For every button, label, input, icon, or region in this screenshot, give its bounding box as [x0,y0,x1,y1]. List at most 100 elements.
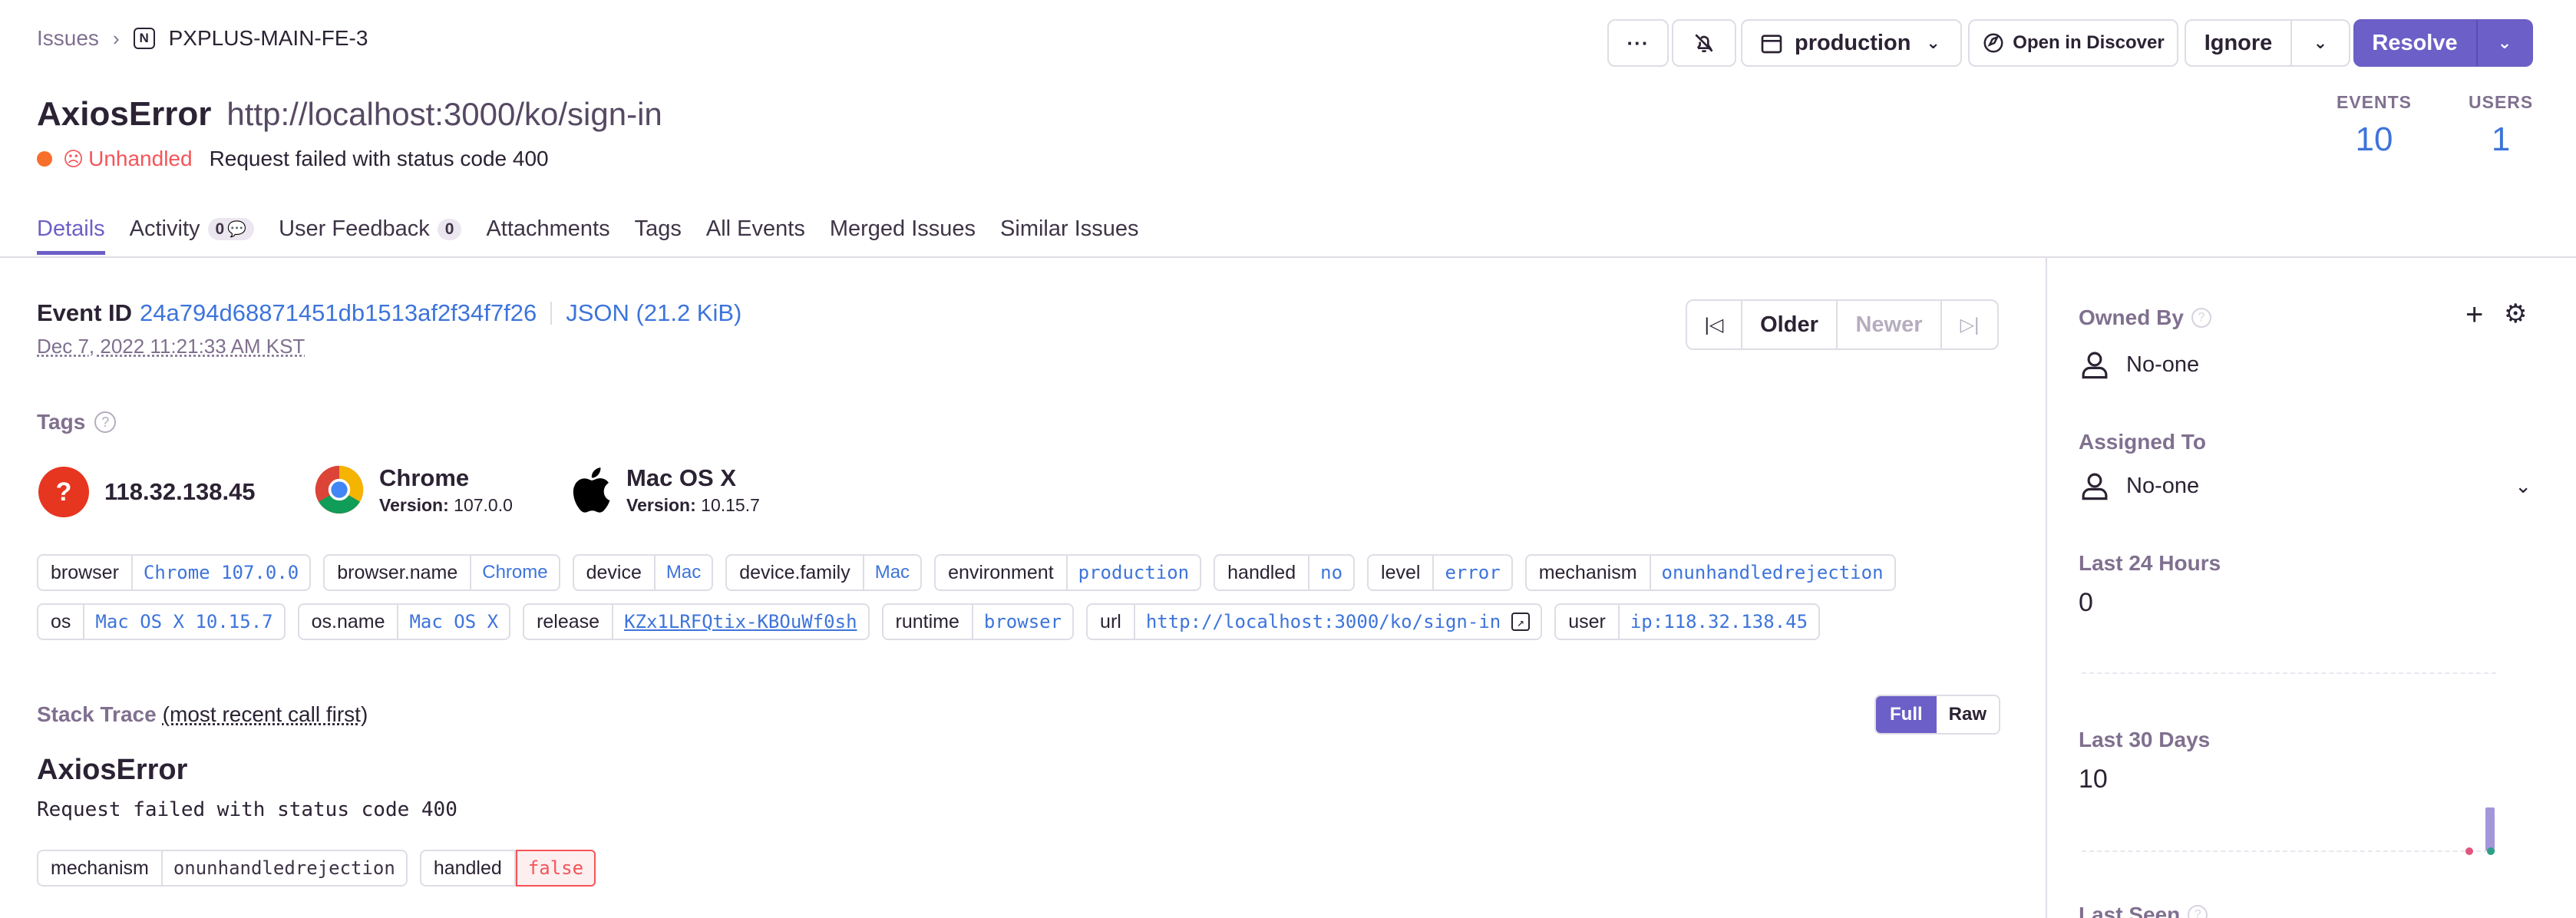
tag-key: device.family [727,556,864,589]
help-icon[interactable]: ? [2191,308,2211,328]
ignore-dropdown-button[interactable]: ⌄ [2290,19,2350,67]
help-icon[interactable]: ? [94,411,117,433]
tag-value: error [1445,562,1501,583]
tag-pill[interactable]: release KZx1LRFQtix-KBOuWf0sh [523,603,870,640]
mechanism-key: mechanism [38,851,163,885]
stack-trace-order[interactable]: (most recent call first) [163,702,368,727]
oldest-button[interactable]: |◁ [1687,301,1742,348]
tag-pill[interactable]: user ip:118.32.138.45 [1554,603,1821,640]
open-in-discover-button[interactable]: Open in Discover [1968,19,2178,67]
tag-value: Mac OS X [409,611,499,632]
full-button[interactable]: Full [1876,696,1937,733]
newest-button[interactable]: ▷| [1942,301,1997,348]
tag-pill[interactable]: handled no [1214,554,1356,591]
raw-label: Raw [1948,704,1987,725]
header-divider [0,256,2576,258]
tag-pill[interactable]: environment production [934,554,1202,591]
users-value[interactable]: 1 [2469,121,2533,159]
raw-button[interactable]: Raw [1936,696,2000,733]
tag-key: browser.name [325,556,472,589]
external-link-icon[interactable]: ↗ [1511,613,1531,631]
breadcrumb-issues-link[interactable]: Issues [37,26,99,51]
tab-attachments[interactable]: Attachments [486,209,609,255]
tab-label: Similar Issues [1000,216,1139,241]
tag-pill[interactable]: browser Chrome 107.0.0 [37,554,312,591]
environment-selector[interactable]: production ⌄ [1741,19,1962,67]
handled-key: handled [421,851,516,885]
tag-pill[interactable]: os Mac OS X 10.15.7 [37,603,286,640]
tag-pill[interactable]: url http://localhost:3000/ko/sign-in ↗ [1086,603,1543,640]
user-icon [2082,473,2108,500]
tab-label: Activity [129,216,200,241]
tab-similar-issues[interactable]: Similar Issues [1000,209,1139,255]
tag-value: onunhandledrejection [1661,562,1884,583]
add-owner-icon[interactable]: + [2465,299,2483,330]
events-value[interactable]: 10 [2337,121,2412,159]
tab-all-events[interactable]: All Events [706,209,805,255]
tag-pill[interactable]: device Mac [572,554,714,591]
error-url: http://localhost:3000/ko/sign-in [226,96,662,132]
event-id[interactable]: 24a794d68871451db1513af2f34f7f26 [140,299,537,327]
ignore-button[interactable]: Ignore [2185,19,2292,67]
tag-key: user [1556,605,1620,639]
event-timestamp[interactable]: Dec 7, 2022 11:21:33 AM KST [37,335,305,358]
tab-tags[interactable]: Tags [635,209,682,255]
open-in-discover-label: Open in Discover [2013,32,2165,53]
gear-icon[interactable]: ⚙ [2504,301,2527,327]
release-marker[interactable] [2465,847,2473,855]
unhandled-badge: ☹ Unhandled [63,147,193,171]
last-seen-heading: Last Seen ? [2079,903,2208,918]
older-button[interactable]: Older [1742,301,1838,348]
json-link[interactable]: JSON (21.2 KiB) [566,299,741,327]
issue-tabs: Details Activity 0 💬 User Feedback 0 Att… [37,209,1139,255]
context-ip: ? 118.32.138.45 [38,467,256,517]
last-30-days-bar[interactable] [2485,807,2495,850]
exception-mechanism: mechanism onunhandledrejection handled fal… [37,850,608,887]
tab-details[interactable]: Details [37,209,105,255]
tag-value: Mac OS X 10.15.7 [95,611,273,632]
tag-key: browser [38,556,133,589]
breadcrumb-project[interactable]: PXPLUS-MAIN-FE-3 [169,26,368,51]
tag-value: ip:118.32.138.45 [1630,611,1808,632]
more-actions-button[interactable]: ··· [1607,19,1669,67]
last-24-hours-label: Last 24 Hours [2079,551,2221,575]
tag-pill[interactable]: device.family Mac [725,554,923,591]
last-24-hours-value: 0 [2079,588,2093,617]
tag-key: os [38,605,85,639]
tag-pill[interactable]: mechanism onunhandledrejection [1524,554,1896,591]
tag-value: Chrome [482,562,548,583]
release-link[interactable]: KZx1LRFQtix-KBOuWf0sh [613,605,867,639]
tag-key: os.name [299,605,399,639]
tab-merged-issues[interactable]: Merged Issues [830,209,976,255]
newer-button[interactable]: Newer [1838,301,1942,348]
tab-activity[interactable]: Activity 0 💬 [129,209,255,255]
separator [550,302,553,325]
tab-label: Details [37,216,105,241]
release-marker[interactable] [2487,847,2495,855]
tag-key: device [574,556,656,589]
chrome-icon [315,465,364,514]
older-label: Older [1760,312,1818,337]
tags-heading: Tags ? [37,410,117,434]
mute-button[interactable] [1672,19,1736,67]
tab-label: Tags [634,216,682,241]
tab-label: All Events [705,216,805,241]
assignee-selector[interactable]: No-one ⌄ [2079,470,2531,502]
event-pagination: |◁ Older Newer ▷| [1686,299,1999,350]
owned-by-heading: Owned By ? [2079,305,2211,330]
os-version-label: Version: [626,494,696,515]
exception-value: Request failed with status code 400 [37,798,457,821]
issue-subtitle: ☹ Unhandled Request failed with status c… [37,147,549,171]
tag-pill[interactable]: runtime browser [881,603,1075,640]
tag-key: release [524,605,614,639]
resolve-button[interactable]: Resolve [2353,19,2476,67]
tag-pill[interactable]: browser.name Chrome [323,554,560,591]
help-icon[interactable]: ? [2188,905,2208,918]
tags-title: Tags [37,410,86,434]
tag-pill[interactable]: level error [1367,554,1513,591]
tab-user-feedback[interactable]: User Feedback 0 [279,209,462,255]
resolve-dropdown-button[interactable]: ⌄ [2476,19,2533,67]
os-version: 10.15.7 [701,494,760,515]
tag-pill[interactable]: os.name Mac OS X [297,603,511,640]
tag-key: mechanism [1527,556,1651,589]
